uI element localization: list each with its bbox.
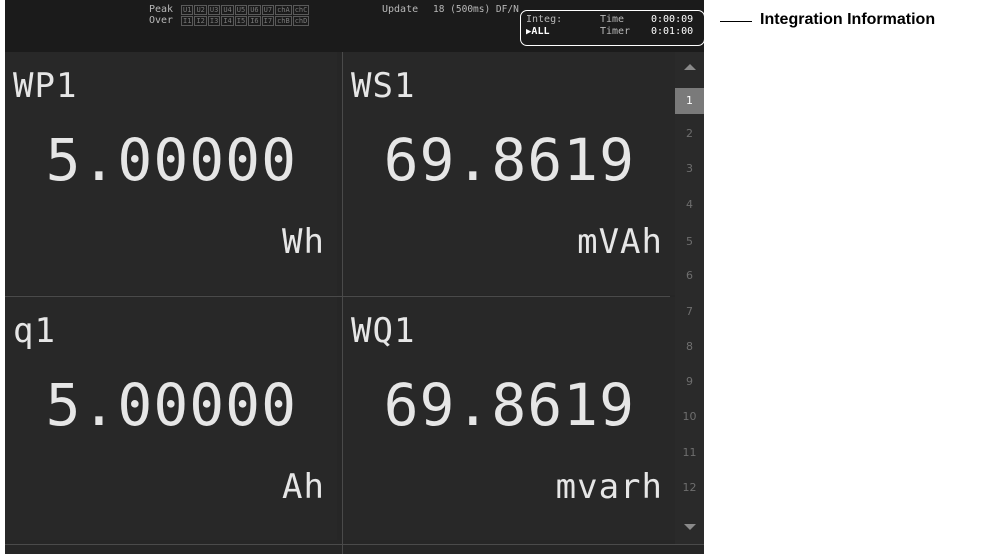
page-3[interactable]: 3	[675, 156, 704, 182]
unit-label: Ah	[282, 467, 325, 507]
status-bar: Peak Over U1 U2 U3 U4 U5 U6 U7 chA chC I…	[5, 0, 704, 52]
over-indicator: I7	[261, 16, 275, 26]
timer-value: 0:01:00	[651, 26, 694, 37]
callout-leader-line	[720, 21, 752, 22]
timer-label: Timer	[600, 26, 631, 37]
measured-value: 69.8619	[383, 371, 635, 439]
over-label: Over	[149, 15, 174, 26]
unit-label: mVAh	[577, 222, 663, 262]
page-4[interactable]: 4	[675, 192, 704, 218]
over-indicator: chD	[292, 16, 310, 26]
update-label: Update	[382, 4, 419, 15]
peak-indicator: U4	[221, 5, 234, 15]
peak-indicator: U6	[248, 5, 261, 15]
page-11[interactable]: 11	[675, 440, 704, 466]
grid-divider-vertical	[342, 52, 343, 554]
function-name: WP1	[13, 66, 78, 106]
peak-indicator: U2	[194, 5, 207, 15]
time-value: 0:00:09	[651, 14, 694, 25]
measurement-grid: WP1 5.00000 Wh WS1 69.8619 mVAh q1 5.000…	[5, 52, 675, 544]
over-indicator: I6	[248, 16, 261, 26]
peak-indicator: chC	[292, 5, 310, 15]
function-name: WQ1	[351, 311, 416, 351]
measurement-cell-q1[interactable]: q1 5.00000 Ah	[5, 297, 337, 540]
page-selector: 1 2 3 4 5 6 7 8 9 10 11 12	[675, 52, 704, 544]
page-8[interactable]: 8	[675, 334, 704, 360]
over-indicator: chB	[275, 16, 292, 26]
over-indicator: I3	[207, 16, 221, 26]
page-12[interactable]: 12	[675, 475, 704, 501]
peak-indicator: U1	[181, 5, 194, 15]
page-1[interactable]: 1	[675, 88, 704, 114]
peak-indicator: U3	[207, 5, 221, 15]
page-2[interactable]: 2	[675, 121, 704, 147]
over-indicator: I1	[181, 16, 194, 26]
peak-indicator: U7	[261, 5, 275, 15]
page-10[interactable]: 10	[675, 404, 704, 430]
integ-mode: ▶ALL	[526, 26, 549, 38]
page-5[interactable]: 5	[675, 229, 704, 255]
unit-label: Wh	[282, 222, 325, 262]
page-9[interactable]: 9	[675, 369, 704, 395]
grid-divider-bottom	[5, 544, 704, 545]
grid-divider-horizontal	[5, 296, 670, 297]
function-name: WS1	[351, 66, 416, 106]
triangle-up-icon	[683, 64, 696, 70]
update-value: 18 (500ms) DF/N	[433, 4, 519, 15]
measurement-cell-wp1[interactable]: WP1 5.00000 Wh	[5, 52, 337, 295]
triangle-down-icon	[683, 524, 696, 530]
over-indicators: I1 I2 I3 I4 I5 I6 I7 chB chD	[181, 16, 310, 26]
measured-value: 69.8619	[383, 126, 635, 194]
page-up-button[interactable]	[675, 52, 704, 82]
callout-label: Integration Information	[760, 11, 936, 28]
over-indicator: I4	[221, 16, 234, 26]
peak-label: Peak	[149, 4, 174, 15]
time-label: Time	[600, 14, 625, 25]
measured-value: 5.00000	[45, 126, 297, 194]
peak-indicators: U1 U2 U3 U4 U5 U6 U7 chA chC	[181, 5, 310, 15]
function-name: q1	[13, 311, 56, 351]
integ-mode-value: ALL	[531, 26, 550, 37]
page-6[interactable]: 6	[675, 263, 704, 289]
peak-indicator: chA	[275, 5, 292, 15]
measured-value: 5.00000	[45, 371, 297, 439]
integ-label: Integ:	[526, 14, 563, 25]
peak-indicator: U5	[234, 5, 248, 15]
over-indicator: I5	[234, 16, 248, 26]
instrument-screen: Peak Over U1 U2 U3 U4 U5 U6 U7 chA chC I…	[5, 0, 704, 554]
over-indicator: I2	[194, 16, 207, 26]
page-down-button[interactable]	[675, 512, 704, 542]
unit-label: mvarh	[555, 467, 663, 507]
page-7[interactable]: 7	[675, 299, 704, 325]
measurement-cell-wq1[interactable]: WQ1 69.8619 mvarh	[343, 297, 675, 540]
measurement-cell-ws1[interactable]: WS1 69.8619 mVAh	[343, 52, 675, 295]
